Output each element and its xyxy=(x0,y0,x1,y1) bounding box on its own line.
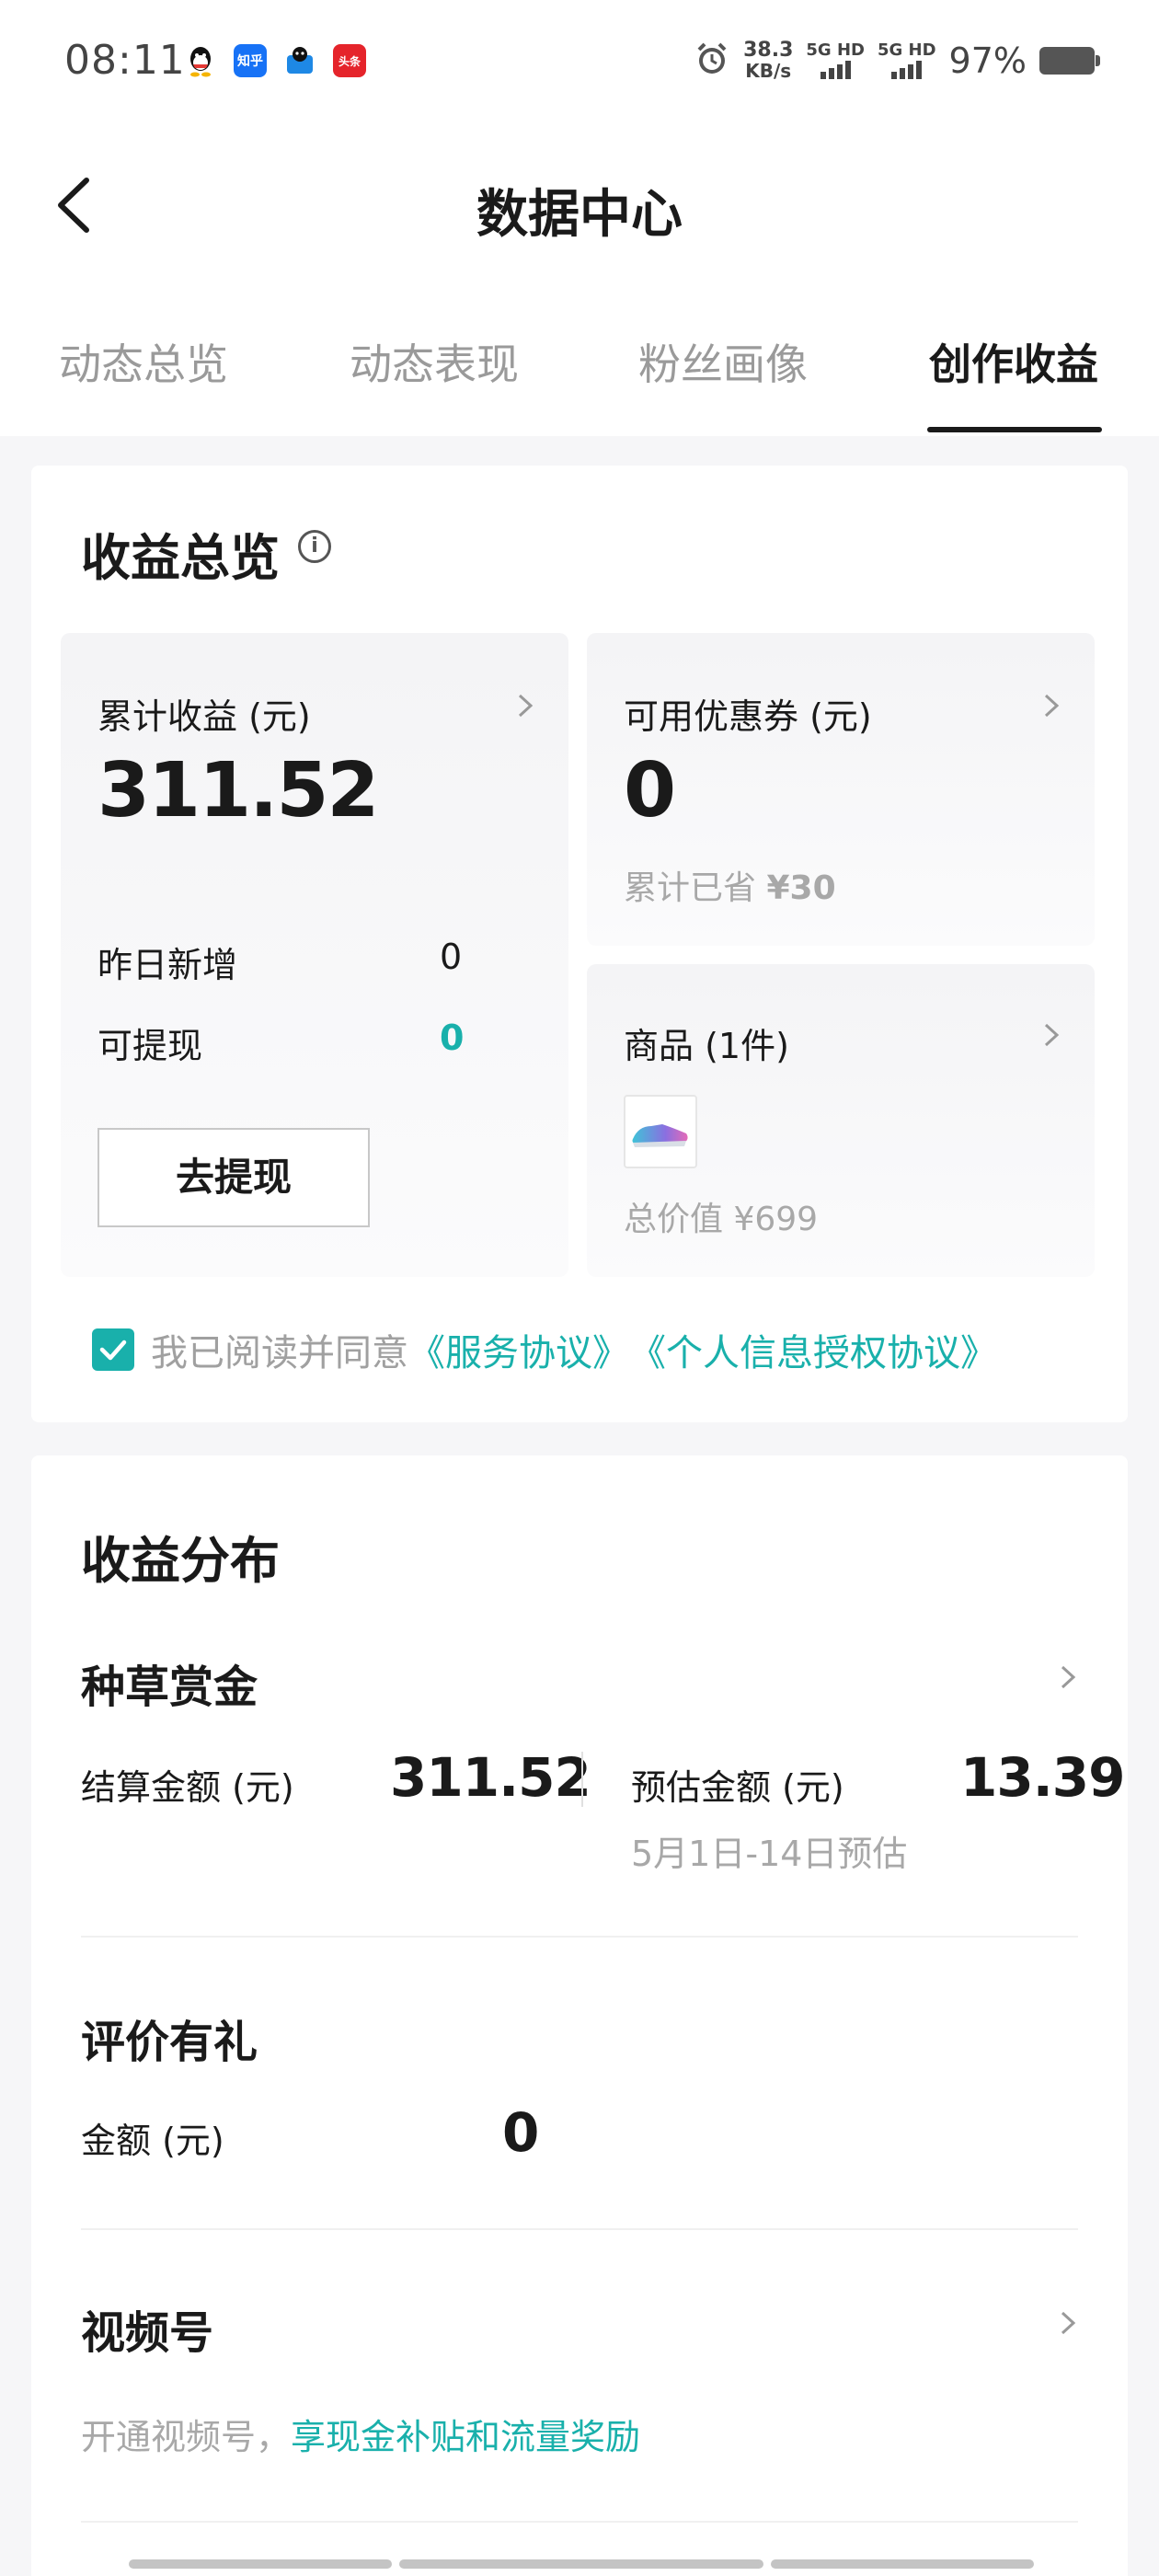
settled-amount-label: 结算金额 (元) xyxy=(81,1767,294,1808)
yesterday-value: 0 xyxy=(440,937,463,977)
notification-icons: 知乎 头条 xyxy=(184,44,366,77)
tab-bar: 动态总览 动态表现 粉丝画像 创作收益 xyxy=(0,331,1159,436)
tab-creation-income[interactable]: 创作收益 xyxy=(929,331,1098,392)
review-gift-title: 评价有礼 xyxy=(81,2017,258,2068)
seeding-bounty-title: 种草赏金 xyxy=(81,1662,258,1713)
divider xyxy=(581,1752,583,1807)
review-amount-label: 金额 (元) xyxy=(81,2121,224,2161)
section-divider xyxy=(81,1936,1078,1938)
income-overview-title: 收益总览 xyxy=(81,529,280,587)
service-agreement-link[interactable]: 《服务协议》 xyxy=(408,1323,629,1376)
zhihu-icon: 知乎 xyxy=(234,44,267,77)
coupon-tile[interactable]: 可用优惠券 (元) 0 累计已省 ¥30 xyxy=(587,633,1095,946)
battery-percent: 97% xyxy=(948,40,1027,81)
total-income-value: 311.52 xyxy=(98,747,379,834)
chevron-right-icon xyxy=(1061,1665,1076,1689)
yesterday-label: 昨日新增 xyxy=(98,945,238,985)
withdraw-button[interactable]: 去提现 xyxy=(98,1128,370,1227)
review-amount-value: 0 xyxy=(502,2101,539,2164)
agreement-checkbox[interactable] xyxy=(92,1328,134,1371)
sneaker-icon xyxy=(632,1124,688,1147)
withdrawable-label: 可提现 xyxy=(98,1026,203,1066)
goods-total-value: 总价值 ¥699 xyxy=(624,1201,819,1238)
section-divider xyxy=(81,2521,1078,2523)
income-overview-card: 收益总览 i 累计收益 (元) 311.52 昨日新增 0 可提现 0 去提现 … xyxy=(31,466,1128,1422)
status-right: 38.3 KB/s 5G HD 5G HD 97% xyxy=(694,39,1100,82)
chevron-right-icon xyxy=(1044,1023,1060,1047)
income-distribution-card: 收益分布 种草赏金 结算金额 (元) 311.52 预估金额 (元) 13.39… xyxy=(31,1455,1128,2576)
net-speed: 38.3 KB/s xyxy=(743,39,794,82)
chevron-right-icon xyxy=(1061,2311,1076,2335)
qq-reader-icon xyxy=(283,44,316,77)
battery-icon xyxy=(1039,47,1100,75)
estimated-amount-value: 13.39 xyxy=(960,1746,1125,1809)
video-account-title: 视频号 xyxy=(81,2307,214,2359)
tab-active-indicator xyxy=(927,427,1102,432)
section-divider xyxy=(81,2228,1078,2230)
agreement-row: 我已阅读并同意 《服务协议》 《个人信息授权协议》 xyxy=(92,1323,997,1376)
coupon-label: 可用优惠券 (元) xyxy=(624,696,872,737)
total-income-tile[interactable]: 累计收益 (元) 311.52 昨日新增 0 可提现 0 去提现 xyxy=(61,633,568,1277)
alarm-icon xyxy=(694,40,730,81)
goods-label: 商品 (1件) xyxy=(624,1026,789,1066)
tab-fan-profile[interactable]: 粉丝画像 xyxy=(638,331,808,392)
page-title: 数据中心 xyxy=(476,185,683,245)
total-income-label: 累计收益 (元) xyxy=(98,696,311,737)
check-icon xyxy=(99,1340,127,1361)
status-time: 08:11 xyxy=(64,37,186,84)
video-account-desc: 开通视频号，享现金补贴和流量奖励 xyxy=(81,2417,641,2457)
coupon-value: 0 xyxy=(624,747,676,834)
network-1: 5G HD xyxy=(806,42,865,79)
chevron-right-icon xyxy=(1044,694,1060,718)
signal-icon xyxy=(891,59,923,79)
qq-icon xyxy=(184,44,217,77)
income-distribution-title: 收益分布 xyxy=(81,1532,280,1590)
tab-dynamic-performance[interactable]: 动态表现 xyxy=(350,331,519,392)
product-thumbnail[interactable] xyxy=(624,1095,697,1168)
estimated-amount-label: 预估金额 (元) xyxy=(631,1767,844,1808)
video-account-link[interactable]: 享现金补贴和流量奖励 xyxy=(291,2417,640,2457)
settled-amount-value: 311.52 xyxy=(390,1746,591,1809)
goods-tile[interactable]: 商品 (1件) 总价值 ¥699 xyxy=(587,964,1095,1277)
chevron-right-icon xyxy=(518,694,534,718)
withdrawable-value: 0 xyxy=(440,1018,465,1058)
toutiao-icon: 头条 xyxy=(333,44,366,77)
tab-dynamic-overview[interactable]: 动态总览 xyxy=(59,331,228,392)
estimated-period-note: 5月1日-14日预估 xyxy=(631,1834,908,1874)
status-bar: 08:11 知乎 头条 38.3 KB/s 5G HD 5G HD 97% xyxy=(0,0,1159,129)
saved-amount: 累计已省 ¥30 xyxy=(624,869,836,907)
signal-icon xyxy=(820,59,851,79)
network-2: 5G HD xyxy=(878,42,936,79)
info-icon[interactable]: i xyxy=(298,530,331,563)
privacy-agreement-link[interactable]: 《个人信息授权协议》 xyxy=(629,1323,997,1376)
home-indicator[interactable] xyxy=(129,2559,1034,2569)
agreement-text: 我已阅读并同意 xyxy=(151,1332,408,1374)
